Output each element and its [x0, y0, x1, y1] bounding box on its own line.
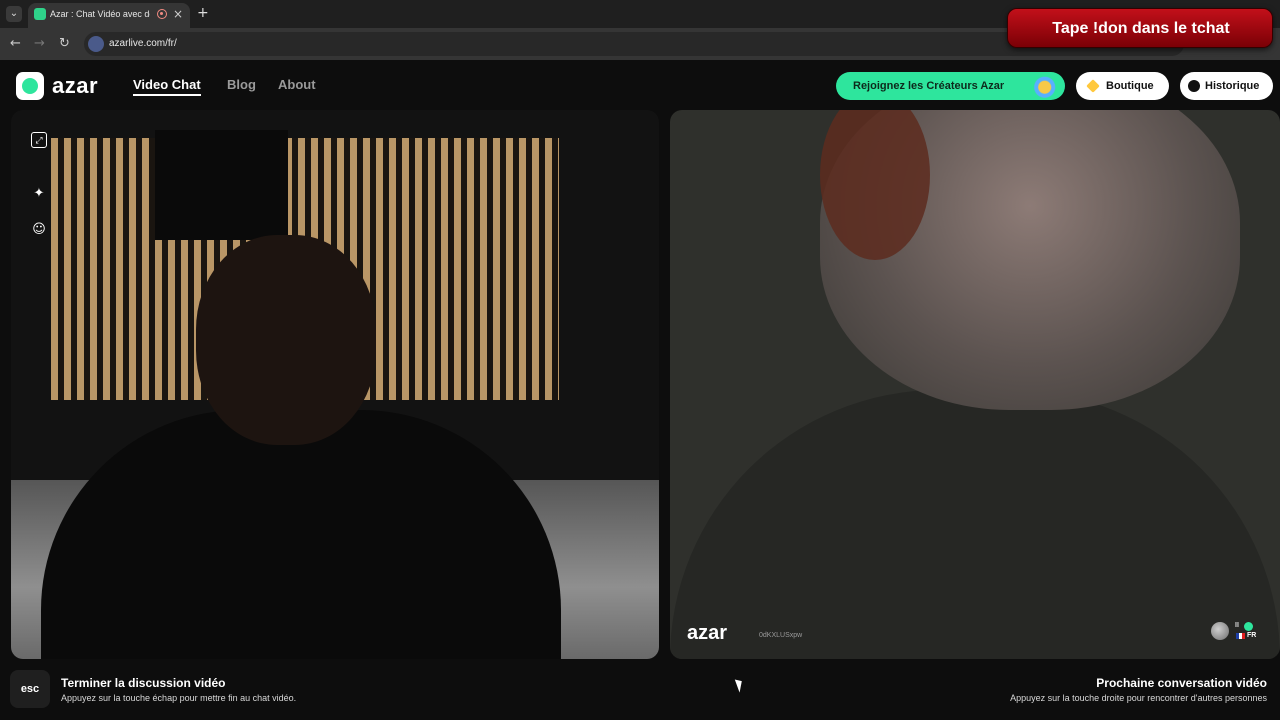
shop-label: Boutique	[1106, 80, 1154, 92]
history-button[interactable]: Historique	[1180, 72, 1273, 100]
end-chat-title: Terminer la discussion vidéo	[61, 676, 226, 690]
site-info-icon[interactable]	[88, 36, 104, 52]
sparkle-effects-icon[interactable]: ✦	[31, 186, 47, 202]
remote-country: FR	[1247, 632, 1257, 639]
join-creators-label: Rejoignez les Créateurs Azar	[853, 80, 1005, 92]
gem-icon	[1086, 79, 1100, 93]
wall-opening	[155, 130, 288, 240]
pause-icon: II	[1235, 622, 1239, 629]
end-chat-description: Appuyez sur la touche échap pour mettre …	[61, 693, 297, 703]
shop-button[interactable]: Boutique	[1076, 72, 1169, 100]
esc-key-button[interactable]: esc	[10, 670, 50, 708]
next-chat-title[interactable]: Prochaine conversation vidéo	[1096, 676, 1267, 690]
remote-person-shirt	[670, 390, 1280, 659]
remote-avatar[interactable]	[1211, 622, 1229, 640]
fullscreen-icon[interactable]: ⤢	[31, 132, 47, 148]
tab-close-icon[interactable]: ×	[173, 7, 183, 21]
nav-video-chat[interactable]: Video Chat	[133, 77, 201, 96]
azar-logo-icon	[16, 72, 44, 100]
remote-video: azar 0dKXLUSxpw II FR	[670, 110, 1280, 659]
local-person-body	[41, 410, 561, 659]
france-flag-icon	[1236, 633, 1245, 639]
local-video: ⤢ ✦ ☺	[11, 110, 659, 659]
logo-text: azar	[52, 73, 99, 98]
footer-controls: esc Terminer la discussion vidéo Appuyez…	[0, 660, 1280, 720]
nav-blog[interactable]: Blog	[227, 77, 256, 92]
donation-banner-text: Tape !don dans le tchat	[1052, 20, 1230, 37]
tab-list-button[interactable]: ⌄	[6, 6, 22, 22]
new-tab-button[interactable]: +	[197, 5, 209, 21]
tab-title: Azar : Chat Vidéo avec de n	[50, 9, 150, 19]
local-person-head	[196, 235, 376, 445]
join-creators-button[interactable]: Rejoignez les Créateurs Azar	[836, 72, 1065, 100]
next-chat-description: Appuyez sur la touche droite pour rencon…	[1010, 693, 1267, 703]
browser-tab-azar[interactable]: Azar : Chat Vidéo avec de n ×	[28, 3, 190, 28]
creators-badge-icon	[1026, 74, 1060, 98]
history-label: Historique	[1205, 80, 1260, 92]
azar-favicon-icon	[34, 8, 46, 20]
donation-banner: Tape !don dans le tchat	[1007, 8, 1273, 48]
forward-button[interactable]: →	[34, 36, 45, 51]
verified-badge-icon	[1244, 622, 1253, 631]
remote-azar-logo: azar	[687, 622, 728, 644]
clock-icon	[1188, 80, 1200, 92]
reload-button[interactable]: ↻	[59, 36, 70, 51]
emoji-mask-icon[interactable]: ☺	[31, 222, 47, 238]
remote-user-id: 0dKXLUSxpw	[759, 632, 803, 639]
back-button[interactable]: ←	[10, 36, 21, 51]
site-header: azar Video Chat Blog About Rejoignez les…	[0, 62, 1280, 110]
recording-icon	[157, 9, 167, 19]
url-text: azarlive.com/fr/	[109, 38, 177, 49]
nav-about[interactable]: About	[278, 77, 316, 92]
